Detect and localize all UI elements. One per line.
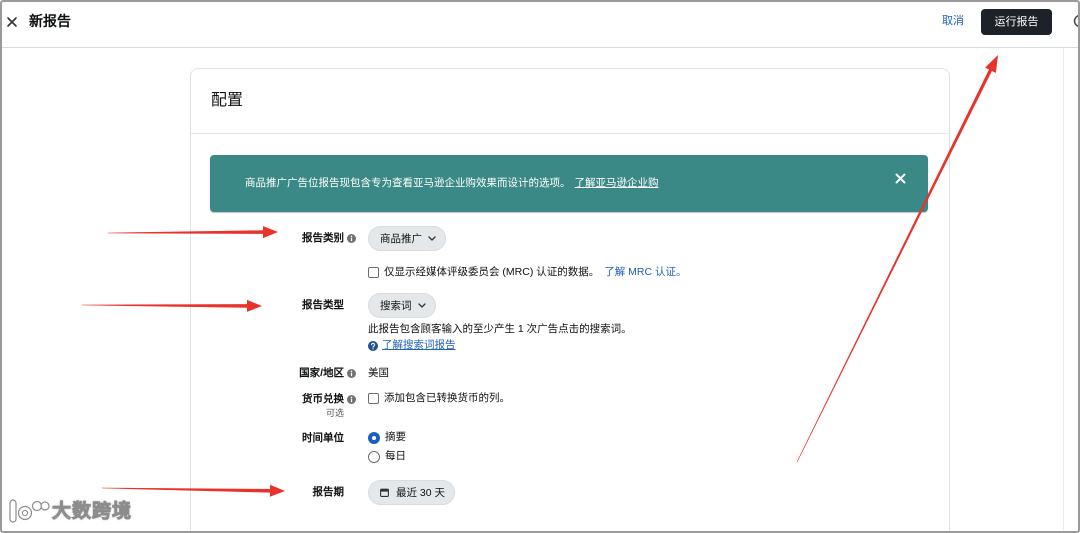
currency-optional-label: 可选 — [325, 408, 344, 418]
country-value: 美国 — [368, 367, 389, 379]
time-unit-radio-summary[interactable] — [368, 432, 380, 444]
card-divider — [191, 133, 949, 134]
report-builder-page: 新报告 取消 运行报告 配置 商品推广广告位报告现包含专为查看亚马逊企业购效果而… — [0, 0, 1080, 533]
top-bar: 新报告 取消 运行报告 — [0, 0, 1080, 48]
watermark-logo — [9, 499, 50, 523]
banner-text: 商品推广广告位报告现包含专为查看亚马逊企业购效果而设计的选项。 — [245, 177, 571, 189]
report-type-value: 搜索词 — [380, 300, 412, 312]
mrc-learn-link[interactable]: 了解 MRC 认证。 — [604, 266, 686, 278]
close-button[interactable] — [6, 15, 18, 27]
report-category-value: 商品推广 — [380, 233, 422, 245]
report-category-dropdown[interactable]: 商品推广 — [368, 226, 446, 251]
mrc-checkbox[interactable] — [368, 267, 379, 278]
report-category-label: 报告类别 — [302, 232, 344, 244]
info-icon[interactable] — [347, 395, 356, 404]
banner-close-button[interactable] — [895, 171, 906, 184]
currency-checkbox[interactable] — [368, 393, 379, 404]
side-divider — [1063, 48, 1064, 533]
calendar-icon — [380, 488, 389, 497]
config-title: 配置 — [211, 92, 244, 109]
report-period-value: 最近 30 天 — [396, 487, 446, 499]
close-icon — [7, 17, 17, 27]
report-type-label: 报告类型 — [302, 299, 344, 311]
question-circle-icon — [368, 341, 378, 351]
time-unit-option-label: 摘要 — [385, 431, 406, 443]
banner-message: 商品推广广告位报告现包含专为查看亚马逊企业购效果而设计的选项。 了解亚马逊企业购 — [245, 177, 659, 190]
cancel-button[interactable]: 取消 — [942, 14, 964, 28]
currency-label: 货币兑换 — [302, 393, 344, 405]
report-period-picker[interactable]: 最近 30 天 — [368, 480, 456, 505]
info-banner: 商品推广广告位报告现包含专为查看亚马逊企业购效果而设计的选项。 了解亚马逊企业购 — [210, 155, 928, 212]
report-type-description: 此报告包含顾客输入的至少产生 1 次广告点击的搜索词。 — [368, 323, 632, 335]
info-icon[interactable] — [347, 369, 356, 378]
info-icon[interactable] — [347, 234, 356, 243]
circle-icon — [1073, 15, 1078, 27]
search-term-report-link[interactable]: 了解搜索词报告 — [382, 339, 456, 352]
banner-link[interactable]: 了解亚马逊企业购 — [575, 177, 659, 189]
report-period-label: 报告期 — [312, 486, 345, 498]
mrc-checkbox-label: 仅显示经媒体评级委员会 (MRC) 认证的数据。 — [384, 266, 600, 278]
watermark-text: 大数跨境 — [52, 501, 133, 523]
run-report-button[interactable]: 运行报告 — [981, 9, 1052, 35]
chevron-down-icon — [417, 303, 426, 308]
mrc-checkbox-row: 仅显示经媒体评级委员会 (MRC) 认证的数据。 了解 MRC 认证。 — [384, 266, 687, 279]
page-title: 新报告 — [29, 13, 71, 29]
edge-button[interactable] — [1073, 14, 1078, 28]
time-unit-label: 时间单位 — [302, 432, 344, 444]
time-unit-radio-daily[interactable] — [368, 451, 380, 463]
country-label: 国家/地区 — [299, 367, 344, 379]
time-unit-option-label: 每日 — [385, 450, 406, 462]
report-type-dropdown[interactable]: 搜索词 — [368, 293, 436, 318]
currency-checkbox-label: 添加包含已转换货币的列。 — [384, 392, 510, 404]
close-icon — [895, 173, 906, 184]
chevron-down-icon — [428, 236, 436, 241]
